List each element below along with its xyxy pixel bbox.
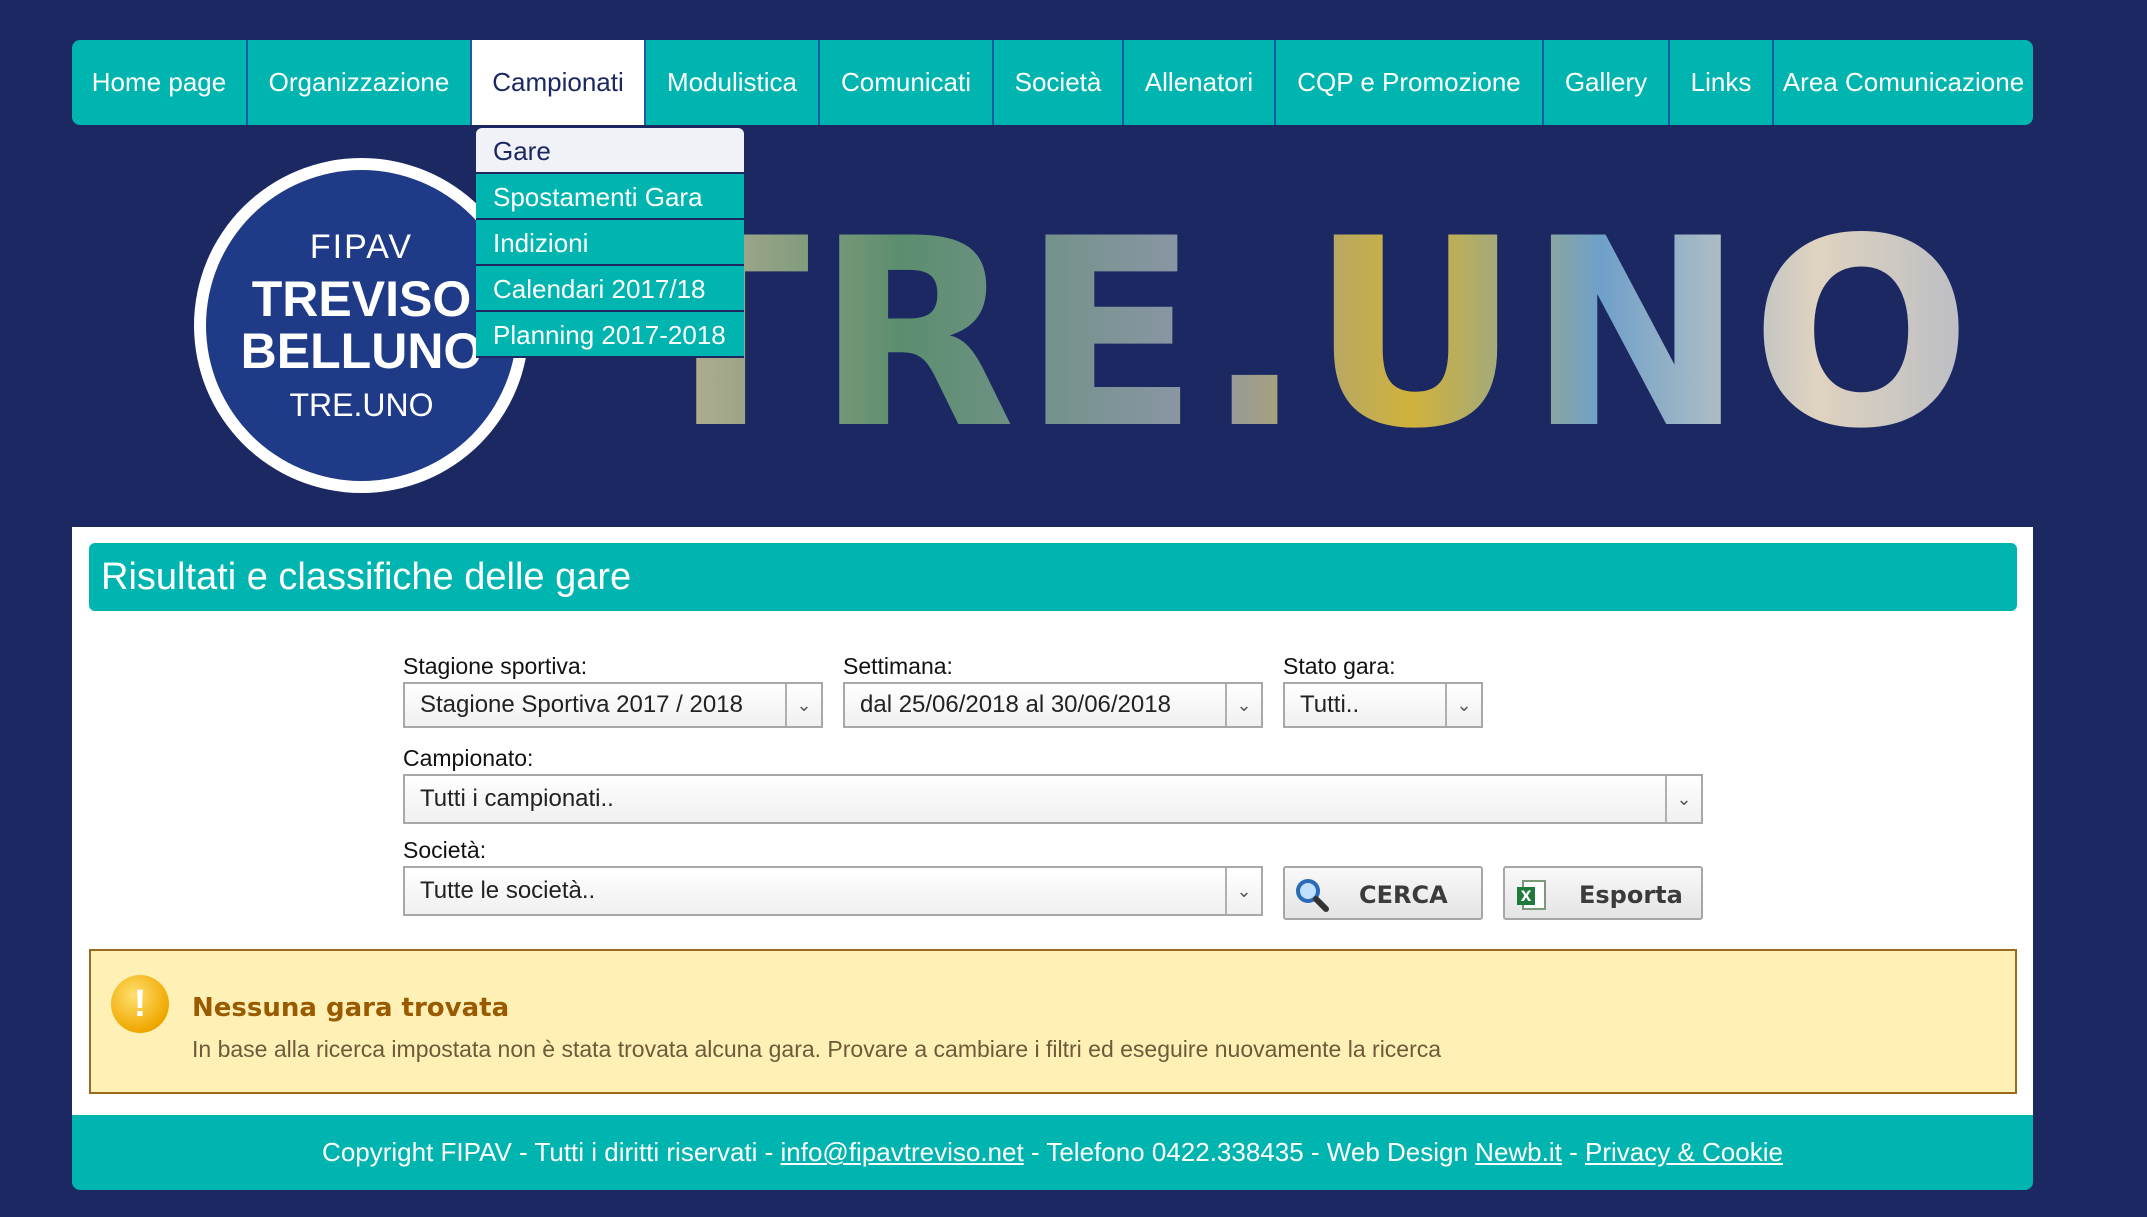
championship-label: Campionato: (403, 745, 534, 771)
nav-item-modulistica[interactable]: Modulistica (646, 40, 820, 125)
export-button[interactable]: X Esporta (1503, 866, 1703, 920)
season-label: Stagione sportiva: (403, 653, 588, 679)
dropdown-item-gare[interactable]: Gare (476, 128, 744, 174)
week-label: Settimana: (843, 653, 953, 679)
dropdown-item-calendari-2017-18[interactable]: Calendari 2017/18 (476, 266, 744, 312)
main-content: Risultati e classifiche delle gare Stagi… (72, 527, 2033, 1115)
banner-title: TRE.UNO (632, 184, 1978, 486)
week-select[interactable]: dal 25/06/2018 al 30/06/2018 ⌄ (843, 682, 1263, 728)
dropdown-item-spostamenti-gara[interactable]: Spostamenti Gara (476, 174, 744, 220)
nav-item-gallery[interactable]: Gallery (1544, 40, 1670, 125)
season-select-value: Stagione Sportiva 2017 / 2018 (420, 691, 743, 718)
chevron-down-icon: ⌄ (1445, 684, 1481, 726)
logo-circle: FIPAV TREVISO BELLUNO TRE.UNO (206, 170, 517, 481)
warning-icon: ! (111, 975, 169, 1033)
export-button-label: Esporta (1579, 881, 1683, 909)
nav-item-links[interactable]: Links (1670, 40, 1774, 125)
campionati-dropdown: Gare Spostamenti Gara Indizioni Calendari 2… (476, 128, 744, 358)
header-banner: FIPAV TREVISO BELLUNO TRE.UNO TRE.UNO (72, 125, 2033, 525)
page-title: Risultati e classifiche delle gare (89, 543, 2017, 611)
footer-webdesign-link[interactable]: Newb.it (1475, 1137, 1562, 1167)
society-select-value: Tutte le società.. (420, 877, 596, 904)
main-nav: Home page Organizzazione Campionati Modulis… (72, 40, 2033, 125)
nav-item-area-comunicazione[interactable]: Area Comunicazione (1774, 40, 2033, 125)
chevron-down-icon: ⌄ (1225, 684, 1261, 726)
championship-select-value: Tutti i campionati.. (420, 785, 614, 812)
championship-select[interactable]: Tutti i campionati.. ⌄ (403, 774, 1703, 824)
logo-text-treviso: TREVISO (251, 270, 472, 327)
nav-item-cqp-e-promozione[interactable]: CQP e Promozione (1276, 40, 1544, 125)
season-select[interactable]: Stagione Sportiva 2017 / 2018 ⌄ (403, 682, 823, 728)
logo-text-fipav: FIPAV (309, 227, 414, 266)
status-label: Stato gara: (1283, 653, 1396, 679)
search-button-label: CERCA (1359, 881, 1448, 909)
alert-title: Nessuna gara trovata (192, 993, 510, 1023)
footer-email-link[interactable]: info@fipavtreviso.net (781, 1137, 1024, 1167)
footer-phone: - Telefono 0422.338435 - Web Design (1023, 1137, 1476, 1167)
status-select[interactable]: Tutti.. ⌄ (1283, 682, 1483, 728)
logo-text-belluno: BELLUNO (240, 322, 483, 379)
magnifier-icon (1295, 878, 1329, 918)
logo-text-treuno: TRE.UNO (289, 386, 434, 423)
society-label: Società: (403, 837, 487, 863)
chevron-down-icon: ⌄ (1665, 776, 1701, 822)
dropdown-item-planning-2017-2018[interactable]: Planning 2017-2018 (476, 312, 744, 358)
footer-separator: - (1561, 1137, 1585, 1167)
footer: Copyright FIPAV - Tutti i diritti riserv… (72, 1115, 2033, 1190)
status-select-value: Tutti.. (1300, 691, 1360, 718)
nav-item-campionati[interactable]: Campionati (472, 40, 646, 125)
nav-item-organizzazione[interactable]: Organizzazione (248, 40, 472, 125)
search-button[interactable]: CERCA (1283, 866, 1483, 920)
footer-copyright: Copyright FIPAV - Tutti i diritti riserv… (322, 1137, 781, 1167)
chevron-down-icon: ⌄ (785, 684, 821, 726)
nav-item-societ-[interactable]: Società (994, 40, 1124, 125)
svg-text:X: X (1521, 889, 1532, 905)
chevron-down-icon: ⌄ (1225, 868, 1261, 914)
alert-message: In base alla ricerca impostata non è sta… (192, 1036, 1442, 1062)
society-select[interactable]: Tutte le società.. ⌄ (403, 866, 1263, 916)
nav-item-home-page[interactable]: Home page (72, 40, 248, 125)
dropdown-item-indizioni[interactable]: Indizioni (476, 220, 744, 266)
excel-icon: X (1515, 878, 1549, 918)
footer-privacy-link[interactable]: Privacy & Cookie (1585, 1137, 1783, 1167)
nav-item-comunicati[interactable]: Comunicati (820, 40, 994, 125)
nav-item-allenatori[interactable]: Allenatori (1124, 40, 1276, 125)
week-select-value: dal 25/06/2018 al 30/06/2018 (860, 691, 1171, 718)
no-results-alert: ! Nessuna gara trovata In base alla rice… (89, 949, 2017, 1094)
